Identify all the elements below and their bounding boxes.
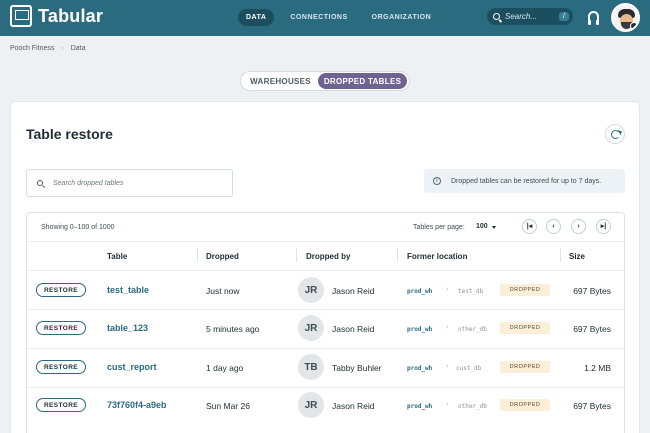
table-size: 697 Bytes bbox=[573, 401, 611, 411]
first-page-button[interactable]: |◂ bbox=[522, 219, 537, 234]
chevron-right-icon: › bbox=[446, 401, 449, 408]
dropped-time: Sun Mar 26 bbox=[206, 401, 250, 411]
table-name-link[interactable]: 73f760f4-a9eb bbox=[107, 400, 167, 410]
column-divider bbox=[296, 248, 297, 262]
last-page-button[interactable]: ▸| bbox=[596, 219, 611, 234]
dropped-by-name: Jason Reid bbox=[332, 401, 375, 411]
tab-connections[interactable]: CONNECTIONS bbox=[282, 9, 355, 26]
column-header-dropped-by[interactable]: Dropped by bbox=[306, 252, 350, 261]
table-name-link[interactable]: table_123 bbox=[107, 323, 148, 333]
dropped-by-name: Tabby Buhler bbox=[332, 363, 382, 373]
top-nav-bar: Tabular DATA CONNECTIONS ORGANIZATION Se… bbox=[0, 0, 650, 36]
row-divider bbox=[27, 387, 624, 388]
breadcrumb-item-data[interactable]: Data bbox=[71, 45, 86, 52]
dropped-by-name: Jason Reid bbox=[332, 286, 375, 296]
toggle-dropped-tables[interactable]: DROPPED TABLES bbox=[318, 73, 407, 89]
retention-info-banner: i Dropped tables can be restored for up … bbox=[424, 169, 625, 193]
database-name: cust_db bbox=[456, 365, 482, 372]
column-header-former-location[interactable]: Former location bbox=[407, 252, 467, 261]
avatar: JR bbox=[298, 277, 324, 303]
prev-page-button[interactable]: ‹ bbox=[546, 219, 561, 234]
app-name: Tabular bbox=[38, 5, 104, 26]
chevron-right-icon: › bbox=[446, 286, 449, 293]
refresh-button[interactable] bbox=[605, 124, 625, 144]
page-title: Table restore bbox=[26, 126, 113, 142]
avatar: TB bbox=[298, 354, 324, 380]
gear-icon bbox=[630, 22, 638, 30]
chevron-right-icon: › bbox=[61, 45, 64, 52]
search-icon bbox=[493, 13, 500, 20]
column-header-dropped[interactable]: Dropped bbox=[206, 252, 239, 261]
info-icon: i bbox=[433, 177, 441, 185]
tab-data[interactable]: DATA bbox=[238, 9, 275, 26]
per-page-select[interactable]: 100 bbox=[476, 223, 488, 230]
global-search-placeholder: Search... bbox=[505, 12, 538, 21]
table-logo-icon bbox=[10, 5, 32, 27]
retention-info-text: Dropped tables can be restored for up to… bbox=[451, 177, 602, 185]
dropped-time: 1 day ago bbox=[206, 363, 244, 373]
dropped-time: 5 minutes ago bbox=[206, 324, 260, 334]
headset-icon[interactable] bbox=[588, 11, 599, 25]
row-divider bbox=[27, 270, 624, 271]
chevron-right-icon: › bbox=[446, 363, 449, 370]
restore-button[interactable]: RESTORE bbox=[36, 283, 86, 297]
restore-button[interactable]: RESTORE bbox=[36, 398, 86, 412]
row-divider bbox=[27, 309, 624, 310]
row-divider bbox=[27, 348, 624, 349]
table-size: 697 Bytes bbox=[573, 324, 611, 334]
breadcrumb-item-org[interactable]: Pooch Fitness bbox=[10, 45, 54, 52]
database-name: other_db bbox=[458, 403, 487, 410]
search-shortcut-hint: / bbox=[559, 12, 569, 21]
tab-organization[interactable]: ORGANIZATION bbox=[364, 9, 440, 26]
table-size: 1.2 MB bbox=[584, 363, 611, 373]
chevron-right-icon: › bbox=[446, 324, 449, 331]
restore-button[interactable]: RESTORE bbox=[36, 321, 86, 335]
chevron-down-icon[interactable] bbox=[492, 226, 496, 229]
column-divider bbox=[560, 248, 561, 262]
dropped-tables-search-input[interactable]: Search dropped tables bbox=[26, 169, 233, 197]
database-name: other_db bbox=[458, 326, 487, 333]
dropped-time: Just now bbox=[206, 286, 240, 296]
user-avatar[interactable] bbox=[611, 3, 640, 32]
dropped-tables-search-placeholder: Search dropped tables bbox=[53, 179, 124, 187]
dropped-by-name: Jason Reid bbox=[332, 324, 375, 334]
warehouse-name: prod_wh bbox=[407, 288, 433, 295]
table-name-link[interactable]: test_table bbox=[107, 285, 149, 295]
column-divider bbox=[397, 248, 398, 262]
restore-button[interactable]: RESTORE bbox=[36, 360, 86, 374]
toggle-warehouses[interactable]: WAREHOUSES bbox=[243, 73, 318, 89]
refresh-icon bbox=[610, 129, 620, 139]
global-search[interactable]: Search... / bbox=[487, 8, 573, 25]
avatar: JR bbox=[298, 315, 324, 341]
next-page-button[interactable]: › bbox=[571, 219, 586, 234]
warehouse-name: prod_wh bbox=[407, 403, 433, 410]
warehouse-name: prod_wh bbox=[407, 365, 433, 372]
breadcrumb: Pooch Fitness › Data bbox=[10, 45, 86, 52]
column-header-size[interactable]: Size bbox=[569, 252, 585, 261]
per-page-label: Tables per page: bbox=[413, 224, 465, 231]
table-size: 697 Bytes bbox=[573, 286, 611, 296]
main-nav: DATA CONNECTIONS ORGANIZATION bbox=[238, 9, 439, 26]
app-logo[interactable]: Tabular bbox=[10, 5, 103, 27]
header-divider bbox=[27, 241, 624, 242]
pagination-summary: Showing 0–100 of 1000 bbox=[41, 224, 115, 231]
warehouse-name: prod_wh bbox=[407, 326, 433, 333]
search-icon bbox=[37, 180, 43, 186]
view-toggle: WAREHOUSES DROPPED TABLES bbox=[240, 71, 410, 91]
table-name-link[interactable]: cust_report bbox=[107, 362, 157, 372]
column-header-table[interactable]: Table bbox=[107, 252, 127, 261]
database-name: test_db bbox=[458, 288, 484, 295]
column-divider bbox=[197, 248, 198, 262]
avatar: JR bbox=[298, 392, 324, 418]
